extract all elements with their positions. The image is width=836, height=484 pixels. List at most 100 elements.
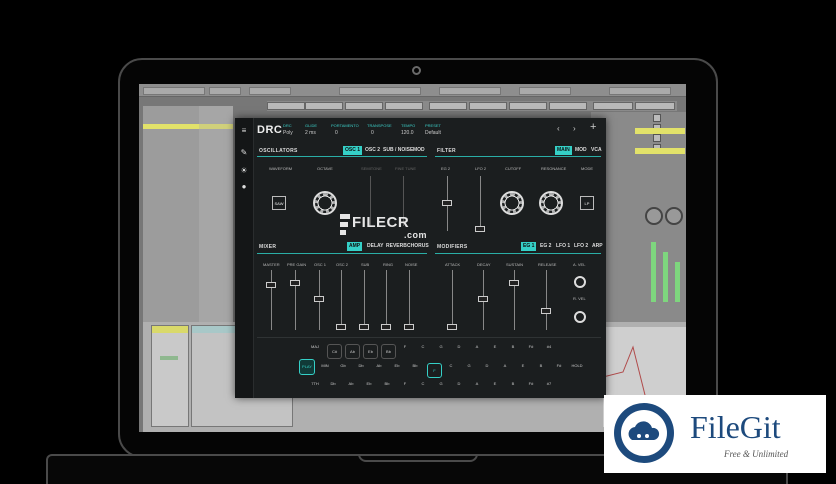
chord-key-row3[interactable]: #7	[543, 381, 555, 386]
tab-main[interactable]: MAIN	[555, 146, 572, 155]
chord-key-row1[interactable]: F#	[525, 344, 537, 349]
chord-key-row3[interactable]: Eb	[363, 381, 375, 386]
tab-filter-mod[interactable]: MOD	[573, 146, 589, 155]
chord-key-row2[interactable]: A	[499, 363, 511, 368]
chord-key-row2[interactable]: G	[463, 363, 475, 368]
chord-key-row3[interactable]: Ab	[345, 381, 357, 386]
header-field-value[interactable]: Poly	[283, 130, 293, 136]
octave-knob[interactable]	[313, 191, 337, 215]
attack-slider-track[interactable]	[452, 270, 453, 330]
lfo2-slider-thumb[interactable]	[475, 226, 485, 232]
osc1-fader-thumb[interactable]	[314, 296, 324, 302]
chord-key-row2[interactable]: Gb	[337, 363, 349, 368]
osc2-fader-track[interactable]	[341, 270, 342, 330]
header-field-value[interactable]: 2 ms	[305, 130, 316, 136]
chord-key-row3[interactable]: A	[471, 381, 483, 386]
header-field-value[interactable]: Default	[425, 130, 441, 136]
tab-amp[interactable]: AMP	[347, 242, 363, 251]
noise-fader-thumb[interactable]	[404, 324, 414, 330]
chord-key-row3[interactable]: Db	[327, 381, 339, 386]
waveform-saw-button[interactable]: SAW	[272, 196, 286, 210]
chord-key-row1[interactable]: D	[453, 344, 465, 349]
chord-key-row1[interactable]: G	[435, 344, 447, 349]
pregain-fader-track[interactable]	[295, 270, 296, 330]
chord-key-row3[interactable]: F	[399, 381, 411, 386]
tab-eg1[interactable]: EG 1	[521, 242, 537, 251]
menu-icon[interactable]: ≡	[239, 126, 249, 136]
chord-key-row3[interactable]: D	[453, 381, 465, 386]
chord-key-row3[interactable]: F#	[525, 381, 537, 386]
sub-fader-track[interactable]	[364, 270, 365, 330]
chord-key-row2[interactable]: B	[535, 363, 547, 368]
attack-slider-thumb[interactable]	[447, 324, 457, 330]
sustain-slider-thumb[interactable]	[509, 280, 519, 286]
chord-key-row1[interactable]: Bb	[381, 344, 396, 359]
chord-key-row1[interactable]: E	[489, 344, 501, 349]
chord-key-row2[interactable]: MIN	[319, 363, 331, 368]
chord-key-row1[interactable]: Ab	[345, 344, 360, 359]
chord-key-row2[interactable]: Eb	[391, 363, 403, 368]
chord-key-row3[interactable]: C	[417, 381, 429, 386]
amp-velocity-knob[interactable]	[574, 276, 586, 288]
resonance-knob[interactable]	[539, 191, 563, 215]
chord-key-row2[interactable]: HOLD	[571, 363, 583, 368]
header-field-value[interactable]: 120.0	[401, 130, 414, 136]
chord-key-row3[interactable]: B	[507, 381, 519, 386]
chord-key-row1[interactable]: Eb	[363, 344, 378, 359]
chord-key-row2[interactable]: Bb	[409, 363, 421, 368]
pregain-fader-thumb[interactable]	[290, 280, 300, 286]
play-button[interactable]: PLAY	[299, 359, 315, 375]
chord-key-row1[interactable]: C#	[327, 344, 342, 359]
header-field-value[interactable]: 0	[335, 130, 338, 136]
chord-key-row1[interactable]: A	[471, 344, 483, 349]
next-preset-icon[interactable]: ›	[573, 124, 576, 133]
decay-slider-thumb[interactable]	[478, 296, 488, 302]
filter-mode-lp-button[interactable]: LP	[580, 196, 594, 210]
header-field-value[interactable]: 0	[371, 130, 374, 136]
release-slider-thumb[interactable]	[541, 308, 551, 314]
chord-key-row2[interactable]: D	[481, 363, 493, 368]
tab-osc2[interactable]: OSC 2	[363, 146, 382, 155]
tab-delay[interactable]: DELAY	[365, 242, 386, 251]
release-slider-track[interactable]	[546, 270, 547, 330]
cutoff-knob[interactable]	[500, 191, 524, 215]
chord-key-row1[interactable]: F	[399, 344, 411, 349]
master-fader-thumb[interactable]	[266, 282, 276, 288]
prev-preset-icon[interactable]: ‹	[557, 124, 560, 133]
osc2-fader-thumb[interactable]	[336, 324, 346, 330]
sustain-slider-track[interactable]	[514, 270, 515, 330]
chord-key-row1[interactable]: B	[507, 344, 519, 349]
wrench-icon[interactable]: ✎	[239, 148, 249, 158]
sun-icon[interactable]: ☀	[239, 166, 249, 176]
tab-chorus[interactable]: CHORUS	[405, 242, 431, 251]
tab-osc1[interactable]: OSC 1	[343, 146, 363, 155]
tab-vca[interactable]: VCA	[589, 146, 604, 155]
chat-icon[interactable]: ●	[239, 182, 249, 192]
chord-key-row3[interactable]: Bb	[381, 381, 393, 386]
chord-key-row3[interactable]: E	[489, 381, 501, 386]
chord-key-row2[interactable]: Db	[355, 363, 367, 368]
chord-key-row2[interactable]: C	[445, 363, 457, 368]
chord-key-row3[interactable]: G	[435, 381, 447, 386]
chord-key-row2[interactable]: F	[427, 363, 442, 378]
tab-eg2[interactable]: EG 2	[538, 242, 553, 251]
tab-lfo1[interactable]: LFO 1	[554, 242, 572, 251]
chord-key-row1[interactable]: #4	[543, 344, 555, 349]
eg2-slider-thumb[interactable]	[442, 200, 452, 206]
chord-key-row2[interactable]: F#	[553, 363, 565, 368]
ring-fader-track[interactable]	[386, 270, 387, 330]
lfo2-slider-track[interactable]	[480, 176, 481, 231]
chord-key-row1[interactable]: MAJ	[309, 344, 321, 349]
release-velocity-knob[interactable]	[574, 311, 586, 323]
chord-key-row2[interactable]: E	[517, 363, 529, 368]
sub-fader-thumb[interactable]	[359, 324, 369, 330]
add-preset-icon[interactable]: +	[590, 121, 596, 133]
tab-mod[interactable]: MOD	[411, 146, 427, 155]
tab-lfo2[interactable]: LFO 2	[572, 242, 590, 251]
tab-arp[interactable]: ARP	[590, 242, 605, 251]
chord-key-row3[interactable]: 7TH	[309, 381, 321, 386]
noise-fader-track[interactable]	[409, 270, 410, 330]
master-fader-track[interactable]	[271, 270, 272, 330]
chord-key-row1[interactable]: C	[417, 344, 429, 349]
chord-key-row2[interactable]: Ab	[373, 363, 385, 368]
